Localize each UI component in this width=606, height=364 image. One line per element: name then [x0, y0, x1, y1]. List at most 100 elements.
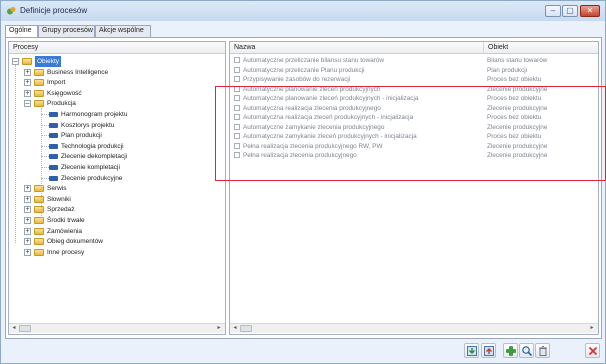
tab-process-groups[interactable]: Grupy procesów [38, 25, 95, 37]
tree-item-label: Obieg dokumentów [47, 238, 104, 246]
plus-icon [506, 346, 516, 356]
row-checkbox[interactable] [234, 76, 240, 82]
export-button[interactable] [481, 343, 496, 358]
row-checkbox[interactable] [234, 57, 240, 63]
close-button[interactable] [585, 343, 600, 358]
tree-item[interactable]: + Business Intelligence [9, 67, 223, 78]
row-checkbox[interactable] [234, 142, 240, 149]
row-object: Proces bez obiektu [487, 95, 542, 102]
list-row[interactable]: Automatyczne przeliczanie bilansu stanu … [230, 56, 598, 65]
collapse-icon[interactable]: – [24, 100, 31, 108]
scroll-thumb[interactable] [240, 325, 252, 332]
column-header-name[interactable]: Nazwa [230, 42, 484, 54]
row-checkbox[interactable] [234, 104, 240, 111]
tree-connector [41, 145, 49, 147]
list-row[interactable]: Pełna realizacja zlecenia produkcyjnego … [230, 142, 598, 151]
row-checkbox[interactable] [234, 152, 240, 158]
scroll-left-icon[interactable]: ◂ [10, 325, 18, 332]
tree-item-label: Inne procesy [47, 248, 85, 256]
expand-icon[interactable]: + [24, 238, 31, 246]
expand-icon[interactable]: + [24, 227, 31, 235]
tree-item[interactable]: + Import [9, 77, 223, 88]
trash-icon [539, 346, 547, 356]
minimize-button[interactable]: – [545, 5, 561, 17]
row-object: Plan produkcji [487, 66, 528, 74]
row-name: Automatyczne zamykanie zlecenia produkcy… [243, 123, 385, 131]
import-button[interactable] [464, 343, 479, 358]
row-object: Zlecenie produkcyjne [487, 152, 548, 159]
scroll-right-icon[interactable]: ▸ [215, 325, 223, 332]
column-header-object[interactable]: Obiekt [484, 42, 598, 54]
process-tree[interactable]: Procesy – Obiekty + Business Intelligence + I… [8, 41, 226, 335]
tree-item[interactable]: – Obiekty [9, 56, 223, 67]
expand-icon[interactable]: + [24, 248, 31, 256]
tree-item-label: Zlecenie dekompletacji [61, 153, 128, 161]
tree-connector [41, 177, 49, 179]
scroll-right-icon[interactable]: ▸ [588, 325, 596, 332]
tree-connector [41, 124, 49, 126]
list-row[interactable]: Automatyczne planowanie zleceń produkcyj… [230, 85, 598, 94]
list-row[interactable]: Przypisywanie zasobów do rezerwacji Proce… [230, 75, 598, 84]
scroll-left-icon[interactable]: ◂ [231, 325, 239, 332]
list-row[interactable]: Automatyczne zamykanie zleceń produkcyjn… [230, 132, 598, 141]
edit-button[interactable] [519, 343, 534, 358]
collapse-icon[interactable]: – [12, 58, 19, 65]
row-checkbox[interactable] [234, 114, 240, 120]
folder-icon [34, 68, 44, 76]
list-row[interactable]: Automatyczna realizacja zleceń produkcyj… [230, 113, 598, 122]
window-close-button[interactable]: ✕ [580, 5, 600, 17]
delete-button[interactable] [535, 343, 550, 358]
row-checkbox[interactable] [234, 95, 240, 101]
row-checkbox[interactable] [234, 133, 240, 139]
row-name: Automatyczne zamykanie zleceń produkcyjn… [243, 133, 417, 140]
tree-item[interactable]: + Zamówienia [9, 226, 223, 237]
expand-icon[interactable]: + [24, 68, 31, 76]
folder-icon [34, 89, 44, 97]
scroll-thumb[interactable] [19, 325, 31, 332]
list-row[interactable]: Automatyczne przeliczanie Planu produkcj… [230, 66, 598, 75]
tab-content: Procesy – Obiekty + Business Intelligence + I… [5, 37, 602, 339]
tree-horizontal-scrollbar[interactable]: ◂ ▸ [9, 323, 225, 333]
row-checkbox[interactable] [234, 123, 240, 130]
tree-item-label: Import [47, 79, 66, 87]
folder-icon [34, 227, 44, 235]
expand-icon[interactable]: + [24, 89, 31, 97]
process-icon [49, 112, 58, 117]
list-horizontal-scrollbar[interactable]: ◂ ▸ [230, 323, 598, 333]
row-name: Automatyczne planowanie zleceń produkcyj… [243, 95, 419, 102]
process-icon [49, 165, 58, 170]
process-definitions-window: Definicje procesów – ▢ ✕ Ogólne Grupy pr… [0, 0, 606, 364]
row-checkbox[interactable] [234, 66, 240, 73]
expand-icon[interactable]: + [24, 206, 31, 214]
tree-item-label: Zlecenie produkcyjne [61, 174, 123, 182]
row-object: Proces bez obiektu [487, 114, 542, 121]
process-icon [49, 154, 58, 160]
tree-item[interactable]: + Księgowość [9, 88, 223, 99]
expand-icon[interactable]: + [24, 195, 31, 203]
row-object: Zlecenie produkcyjne [487, 142, 548, 150]
list-row[interactable]: Automatyczne planowanie zleceń produkcyj… [230, 94, 598, 103]
folder-icon [34, 206, 44, 214]
list-row[interactable]: Automatyczne zamykanie zlecenia produkcy… [230, 123, 598, 132]
export-icon [484, 346, 494, 356]
expand-icon[interactable]: + [24, 79, 31, 87]
row-name: Pełna realizacja zlecenia produkcyjnego [243, 152, 357, 159]
tab-common-actions[interactable]: Akcje wspólne [95, 25, 151, 37]
row-checkbox[interactable] [234, 85, 240, 92]
tree-item-label: Business Intelligence [47, 68, 109, 76]
import-icon [467, 346, 477, 356]
process-list: Nazwa Obiekt Automatyczne przeliczanie b… [229, 41, 599, 335]
expand-icon[interactable]: + [24, 185, 31, 193]
folder-icon [34, 185, 44, 193]
tree-item-label: Księgowość [47, 89, 82, 97]
maximize-button[interactable]: ▢ [562, 5, 578, 17]
list-row[interactable]: Pełna realizacja zlecenia produkcyjnego Z… [230, 151, 598, 160]
row-name: Automatyczna realizacja zleceń produkcyj… [243, 114, 414, 121]
close-icon [588, 346, 598, 356]
tree-item[interactable]: + Inne procesy [9, 247, 223, 258]
folder-icon [34, 195, 44, 203]
expand-icon[interactable]: + [24, 217, 31, 224]
list-row[interactable]: Automatyczna realizacja zlecenia produkc… [230, 104, 598, 113]
add-button[interactable] [503, 343, 518, 358]
tree-item[interactable]: + Obieg dokumentów [9, 236, 223, 247]
